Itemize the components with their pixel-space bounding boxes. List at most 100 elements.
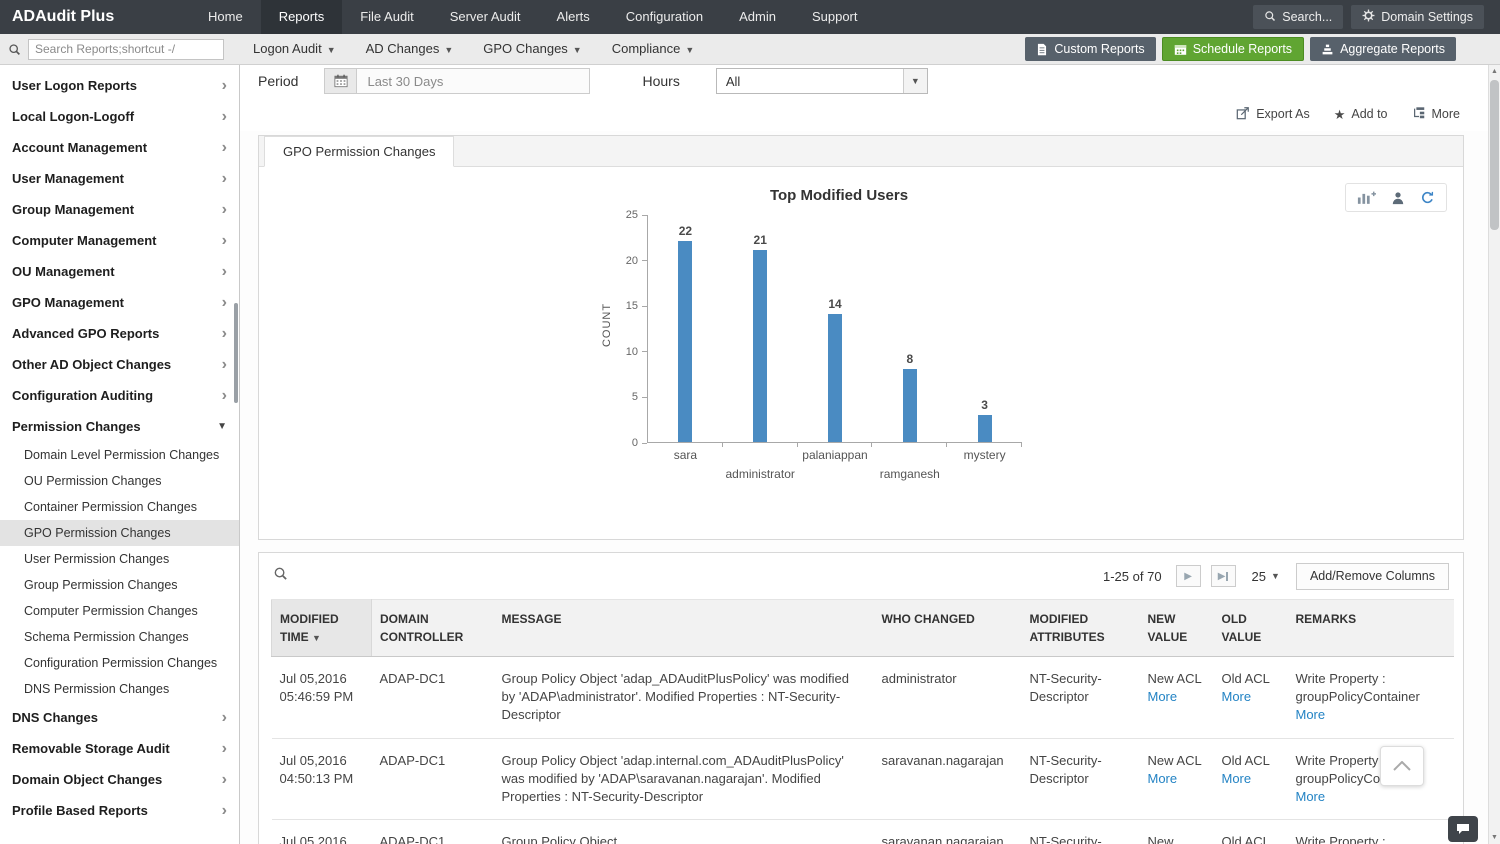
custom-reports-button[interactable]: Custom Reports <box>1025 37 1155 61</box>
menu-gpo-changes[interactable]: GPO Changes▼ <box>468 33 596 66</box>
cell-domain-controller: ADAP-DC1 <box>372 657 494 739</box>
nav-reports[interactable]: Reports <box>261 0 343 34</box>
vertical-scrollbar[interactable]: ▲ ▼ <box>1488 65 1500 844</box>
cell-message: Group Policy Object 'adap_ADAuditPlusPol… <box>494 657 874 739</box>
menu-compliance[interactable]: Compliance▼ <box>597 33 710 66</box>
sidebar-item-user-management[interactable]: User Management› <box>0 163 239 194</box>
col-header-old-value[interactable]: OLD VALUE <box>1214 600 1288 657</box>
sidebar-item-container-permission-changes[interactable]: Container Permission Changes <box>0 494 239 520</box>
scroll-up-arrow[interactable]: ▲ <box>1489 65 1500 78</box>
cell-modified-attributes: NT-Security- <box>1022 820 1140 844</box>
col-header-remarks[interactable]: REMARKS <box>1288 600 1454 657</box>
export-as-button[interactable]: Export As <box>1236 106 1310 123</box>
x-axis-label: sara <box>674 448 697 462</box>
sidebar-item-schema-permission-changes[interactable]: Schema Permission Changes <box>0 624 239 650</box>
sidebar-item-group-permission-changes[interactable]: Group Permission Changes <box>0 572 239 598</box>
chevron-down-icon: ▼ <box>685 45 694 55</box>
col-header-message[interactable]: MESSAGE <box>494 600 874 657</box>
sidebar-item-configuration-auditing[interactable]: Configuration Auditing› <box>0 380 239 411</box>
old-value-more-link[interactable]: More <box>1222 770 1252 788</box>
old-value-more-link[interactable]: More <box>1222 688 1252 706</box>
sidebar-item-user-permission-changes[interactable]: User Permission Changes <box>0 546 239 572</box>
new-value-more-link[interactable]: More <box>1148 688 1178 706</box>
col-header-modified-attributes[interactable]: MODIFIED ATTRIBUTES <box>1022 600 1140 657</box>
last-page-button[interactable]: ▶ <box>1211 565 1236 587</box>
col-header-domain-controller[interactable]: DOMAIN CONTROLLER <box>372 600 494 657</box>
sidebar-item-gpo-permission-changes[interactable]: GPO Permission Changes <box>0 520 239 546</box>
chat-feedback-button[interactable] <box>1448 816 1478 842</box>
remarks-more-link[interactable]: More <box>1296 706 1326 724</box>
sidebar-item-user-logon-reports[interactable]: User Logon Reports› <box>0 70 239 101</box>
table-search-icon[interactable] <box>273 566 288 586</box>
x-axis-label: administrator <box>726 467 795 481</box>
search-reports-input[interactable] <box>28 39 224 60</box>
new-value-more-link[interactable]: More <box>1148 770 1178 788</box>
sidebar-item-group-management[interactable]: Group Management› <box>0 194 239 225</box>
sidebar-item-computer-management[interactable]: Computer Management› <box>0 225 239 256</box>
menu-logon-audit[interactable]: Logon Audit▼ <box>238 33 351 66</box>
more-actions-button[interactable]: More <box>1412 106 1460 123</box>
bar-value-label: 3 <box>981 398 988 412</box>
sort-desc-icon: ▼ <box>312 633 321 643</box>
calendar-icon[interactable] <box>325 69 357 93</box>
period-picker[interactable]: Last 30 Days <box>324 68 590 94</box>
sidebar-item-other-ad-object-changes[interactable]: Other AD Object Changes› <box>0 349 239 380</box>
domain-settings-button[interactable]: Domain Settings <box>1351 5 1484 29</box>
sidebar-item-advanced-gpo-reports[interactable]: Advanced GPO Reports› <box>0 318 239 349</box>
period-value-field[interactable]: Last 30 Days <box>357 69 589 93</box>
sidebar-item-removable-storage-audit[interactable]: Removable Storage Audit› <box>0 733 239 764</box>
nav-home[interactable]: Home <box>190 0 261 34</box>
bar[interactable] <box>678 241 692 442</box>
cell-message: Group Policy Object 'adap.internal.com_A… <box>494 738 874 820</box>
scrollbar-thumb[interactable] <box>1490 80 1499 230</box>
sidebar-item-domain-object-changes[interactable]: Domain Object Changes› <box>0 764 239 795</box>
cell-modified-attributes: NT-Security-Descriptor <box>1022 738 1140 820</box>
custom-reports-icon <box>1036 43 1048 56</box>
nav-admin[interactable]: Admin <box>721 0 794 34</box>
bar[interactable] <box>978 415 992 442</box>
table-header-row: MODIFIED TIME ▼DOMAIN CONTROLLERMESSAGEW… <box>272 600 1454 657</box>
scroll-to-top-button[interactable] <box>1380 746 1424 786</box>
sidebar-item-local-logon-logoff[interactable]: Local Logon-Logoff› <box>0 101 239 132</box>
sidebar-item-ou-management[interactable]: OU Management› <box>0 256 239 287</box>
sidebar-item-account-management[interactable]: Account Management› <box>0 132 239 163</box>
add-remove-columns-button[interactable]: Add/Remove Columns <box>1296 563 1449 590</box>
nav-support[interactable]: Support <box>794 0 876 34</box>
page-size-select[interactable]: 25 ▼ <box>1252 569 1280 584</box>
aggregate-reports-button[interactable]: Aggregate Reports <box>1310 37 1456 61</box>
col-header-modified-time[interactable]: MODIFIED TIME ▼ <box>272 600 372 657</box>
remarks-more-link[interactable]: More <box>1296 788 1326 806</box>
col-header-new-value[interactable]: NEW VALUE <box>1140 600 1214 657</box>
nav-server-audit[interactable]: Server Audit <box>432 0 539 34</box>
next-page-button[interactable]: ▶ <box>1176 565 1201 587</box>
sidebar-item-permission-changes[interactable]: Permission Changes▼ <box>0 411 239 442</box>
schedule-reports-button[interactable]: Schedule Reports <box>1162 37 1304 61</box>
add-to-button[interactable]: ★ Add to <box>1334 107 1388 121</box>
hours-select[interactable]: All ▼ <box>716 68 928 94</box>
bar[interactable] <box>753 250 767 442</box>
sidebar-item-dns-permission-changes[interactable]: DNS Permission Changes <box>0 676 239 702</box>
sidebar-item-computer-permission-changes[interactable]: Computer Permission Changes <box>0 598 239 624</box>
refresh-icon[interactable] <box>1420 191 1435 205</box>
bar[interactable] <box>828 314 842 442</box>
nav-alerts[interactable]: Alerts <box>539 0 608 34</box>
col-header-who-changed[interactable]: WHO CHANGED <box>874 600 1022 657</box>
tab-gpo-permission-changes[interactable]: GPO Permission Changes <box>264 136 454 167</box>
user-icon[interactable] <box>1391 191 1405 205</box>
sidebar-item-gpo-management[interactable]: GPO Management› <box>0 287 239 318</box>
chevron-right-icon: › <box>222 202 227 218</box>
nav-configuration[interactable]: Configuration <box>608 0 721 34</box>
chart-type-icon[interactable] <box>1357 190 1376 205</box>
scroll-down-arrow[interactable]: ▼ <box>1489 831 1500 844</box>
nav-file-audit[interactable]: File Audit <box>342 0 431 34</box>
sidebar-item-profile-based-reports[interactable]: Profile Based Reports› <box>0 795 239 826</box>
sidebar-item-ou-permission-changes[interactable]: OU Permission Changes <box>0 468 239 494</box>
bar[interactable] <box>903 369 917 442</box>
sidebar-item-configuration-permission-changes[interactable]: Configuration Permission Changes <box>0 650 239 676</box>
sidebar-item-dns-changes[interactable]: DNS Changes› <box>0 702 239 733</box>
top-search-button[interactable]: Search... <box>1253 5 1343 29</box>
sidebar-scrollbar[interactable] <box>234 303 238 403</box>
menu-ad-changes[interactable]: AD Changes▼ <box>351 33 469 66</box>
sidebar-item-domain-level-permission-changes[interactable]: Domain Level Permission Changes <box>0 442 239 468</box>
table-row: Jul 05,2016 04:50:13 PMADAP-DC1Group Pol… <box>272 738 1454 820</box>
